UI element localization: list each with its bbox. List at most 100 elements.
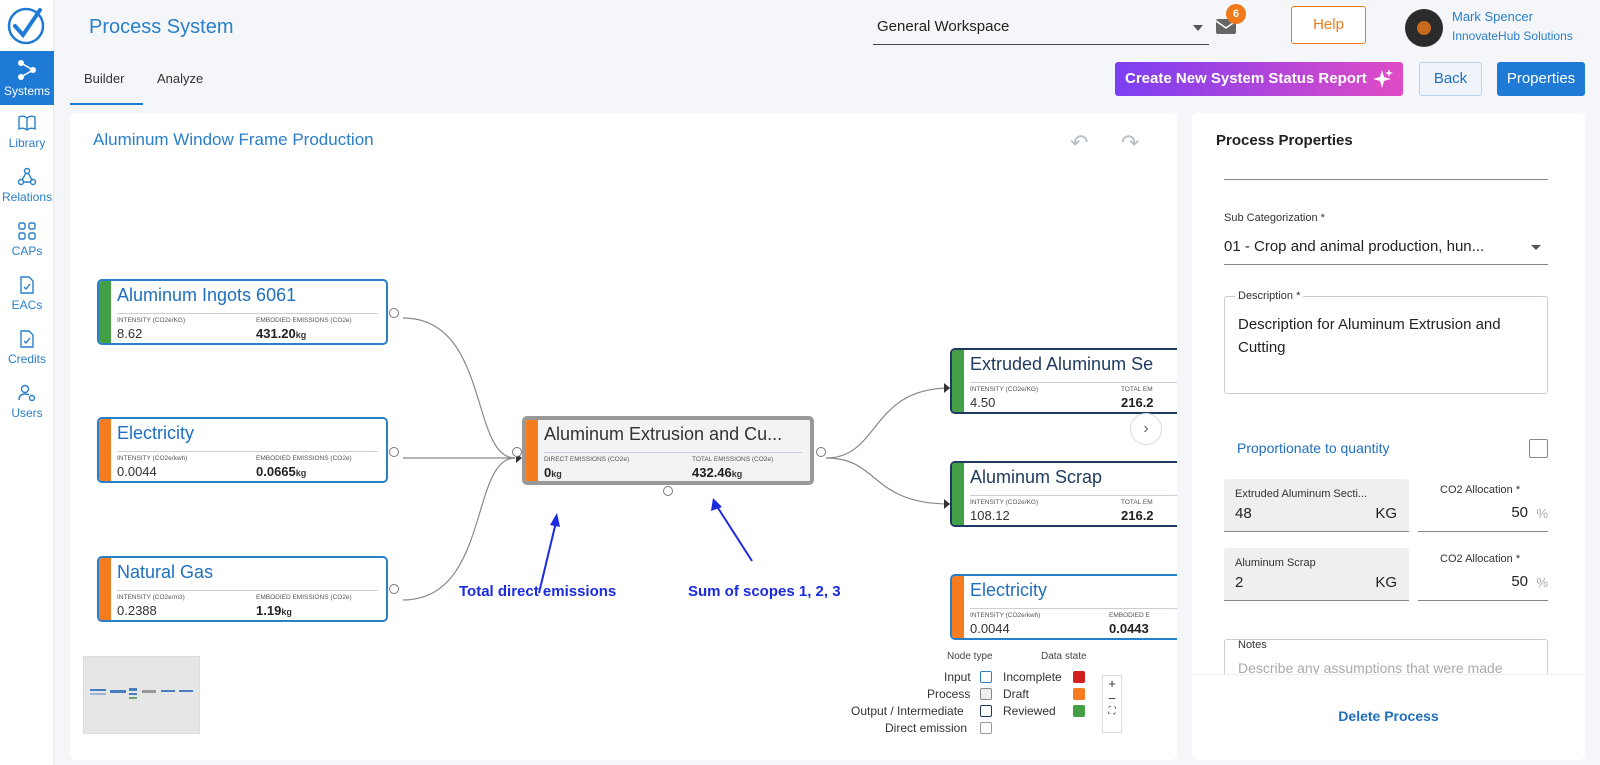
proportionate-checkbox[interactable]	[1529, 439, 1548, 458]
grid-icon	[18, 222, 36, 240]
node-title: Natural Gas	[117, 562, 214, 582]
node-label: EMBODIED E	[1109, 612, 1150, 619]
chevron-right-icon[interactable]: ›	[1130, 413, 1162, 445]
node-title: Aluminum Scrap	[970, 467, 1103, 487]
node-value: 432.46kg	[692, 465, 743, 480]
edge-gas-process	[402, 457, 516, 601]
node-aluminum-scrap[interactable]: Aluminum Scrap INTENSITY (CO2e/KG) TOTAL…	[950, 461, 1177, 527]
zoom-in-icon[interactable]: +	[1103, 676, 1121, 691]
node-title: Aluminum Extrusion and Cu...	[544, 424, 783, 444]
users-gear-icon	[18, 384, 36, 402]
node-electricity-input[interactable]: Electricity INTENSITY (CO2e/kwh) EMBODIE…	[97, 417, 388, 483]
output-quantity-field[interactable]: Extruded Aluminum Secti... 48 KG	[1224, 479, 1409, 532]
help-button[interactable]: Help	[1291, 6, 1366, 44]
user-name[interactable]: Mark Spencer	[1452, 9, 1533, 24]
sidebar-item-credits[interactable]: Credits	[0, 321, 54, 375]
description-value: Description for Aluminum Extrusion and C…	[1238, 316, 1501, 356]
process-canvas[interactable]: Aluminum Window Frame Production ↶ ↷ Alu…	[70, 113, 1177, 760]
sidebar-item-relations[interactable]: Relations	[0, 159, 54, 213]
legend-draft: Draft	[1003, 687, 1030, 701]
sidebar-item-users[interactable]: Users	[0, 375, 54, 429]
back-button[interactable]: Back	[1419, 62, 1482, 96]
node-natural-gas[interactable]: Natural Gas INTENSITY (CO2e/m3) EMBODIED…	[97, 556, 388, 622]
output-port[interactable]	[389, 447, 399, 457]
workspace-select[interactable]: General Workspace	[873, 11, 1209, 45]
co2-allocation-field[interactable]: CO2 Allocation * 50 %	[1418, 479, 1548, 532]
sparkle-icon	[1373, 69, 1393, 88]
output-swatch	[980, 705, 992, 717]
node-title: Electricity	[117, 423, 195, 443]
panel-title: Process Properties	[1216, 132, 1353, 149]
notes-label: Notes	[1235, 640, 1270, 651]
node-electricity-output[interactable]: Electricity INTENSITY (CO2e/kwh) EMBODIE…	[950, 574, 1177, 640]
zoom-out-icon[interactable]: −	[1103, 691, 1121, 706]
legend-reviewed: Reviewed	[1003, 704, 1056, 718]
direct-emission-port[interactable]	[663, 486, 673, 496]
input-port[interactable]	[512, 447, 522, 457]
node-label: TOTAL EM	[1121, 499, 1153, 506]
fit-view-icon[interactable]: ⛶	[1103, 706, 1121, 717]
panel-footer: Delete Process	[1192, 674, 1585, 760]
percent-sign: %	[1536, 575, 1548, 590]
state-bar	[99, 419, 111, 481]
node-label: INTENSITY (CO2e/KG)	[117, 317, 186, 324]
legend-output: Output / Intermediate	[851, 704, 964, 718]
create-report-button[interactable]: Create New System Status Report	[1115, 62, 1403, 96]
output-unit: KG	[1375, 574, 1397, 591]
description-field[interactable]: Description * Description for Aluminum E…	[1224, 290, 1548, 394]
notes-field[interactable]: Notes Describe any assumptions that were…	[1224, 639, 1548, 679]
output-port[interactable]	[816, 447, 826, 457]
state-bar	[952, 463, 964, 525]
output-port[interactable]	[389, 584, 399, 594]
sidebar-item-systems[interactable]: Systems	[0, 51, 54, 105]
notification-badge: 6	[1226, 4, 1246, 24]
output-port[interactable]	[389, 308, 399, 318]
node-aluminum-ingots[interactable]: Aluminum Ingots 6061 INTENSITY (CO2e/KG)…	[97, 279, 388, 345]
node-label: INTENSITY (CO2e/m3)	[117, 594, 185, 601]
zoom-controls: + − ⛶	[1102, 675, 1122, 733]
annotation-sum-scopes: Sum of scopes 1, 2, 3	[688, 583, 841, 600]
legend-input: Input	[944, 670, 971, 684]
sidebar-item-eacs[interactable]: EACs	[0, 267, 54, 321]
annotation-arrow-sum	[717, 507, 753, 562]
incomplete-swatch	[1073, 671, 1085, 683]
process-swatch	[980, 688, 992, 700]
legend-direct-emission: Direct emission	[885, 721, 968, 735]
sidebar-item-label: Library	[8, 136, 46, 150]
book-icon	[18, 115, 36, 131]
proportionate-label[interactable]: Proportionate to quantity	[1237, 440, 1390, 456]
systems-icon	[18, 60, 36, 80]
relations-icon	[17, 167, 37, 186]
draft-swatch	[1073, 688, 1085, 700]
output-quantity-field[interactable]: Aluminum Scrap 2 KG	[1224, 548, 1409, 601]
sidebar-item-caps[interactable]: CAPs	[0, 213, 54, 267]
node-value: 4.50	[970, 395, 996, 410]
percent-sign: %	[1536, 506, 1548, 521]
node-extruded-aluminum[interactable]: Extruded Aluminum Se INTENSITY (CO2e/KG)…	[950, 348, 1177, 414]
node-value: 216.2	[1121, 508, 1154, 523]
sidebar-item-library[interactable]: Library	[0, 105, 54, 159]
output-qty: 2	[1235, 574, 1244, 591]
output-unit: KG	[1375, 505, 1397, 522]
node-value: 1.19kg	[256, 603, 292, 618]
tab-builder[interactable]: Builder	[70, 60, 143, 105]
minimap[interactable]	[83, 656, 200, 734]
tab-analyze[interactable]: Analyze	[157, 60, 217, 105]
co2-allocation-field[interactable]: CO2 Allocation * 50 %	[1418, 548, 1548, 601]
node-process[interactable]: Aluminum Extrusion and Cu... DIRECT EMIS…	[522, 416, 814, 485]
node-value: 108.12	[970, 508, 1010, 523]
node-value: 216.2	[1121, 395, 1154, 410]
direct-emission-swatch	[980, 722, 992, 734]
delete-process-button[interactable]: Delete Process	[1192, 708, 1585, 724]
node-title: Extruded Aluminum Se	[970, 354, 1154, 374]
node-label: TOTAL EM	[1121, 386, 1153, 393]
sub-categorization-label: Sub Categorization *	[1224, 212, 1325, 224]
document-check-icon	[20, 330, 34, 348]
sidebar-item-label: Users	[11, 406, 43, 420]
app-logo-icon[interactable]	[6, 6, 46, 46]
properties-button[interactable]: Properties	[1497, 62, 1585, 96]
co2-allocation-label: CO2 Allocation *	[1440, 553, 1521, 565]
state-bar	[952, 576, 964, 638]
minimap-preview	[90, 688, 193, 699]
avatar[interactable]	[1405, 9, 1443, 47]
